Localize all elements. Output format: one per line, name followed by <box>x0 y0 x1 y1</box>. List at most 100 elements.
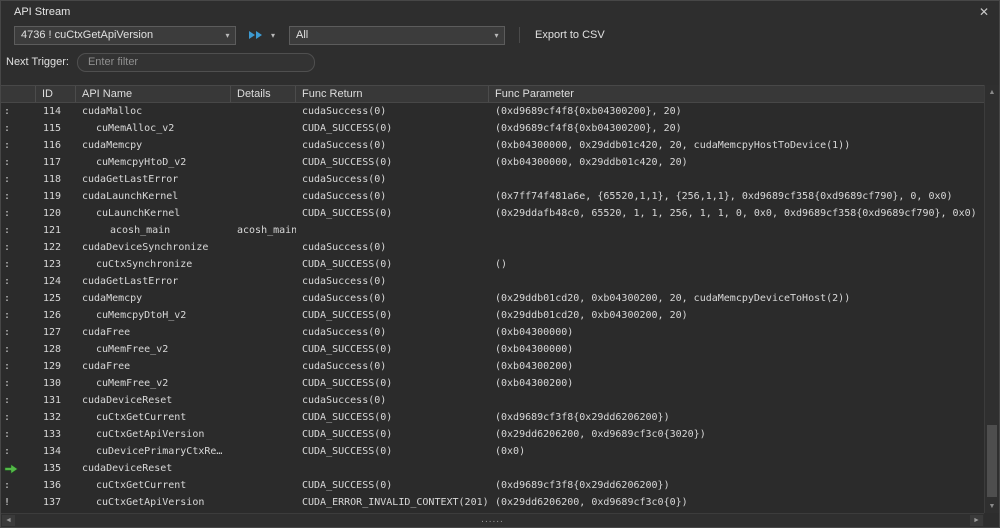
table-row[interactable]: :130cuMemFree_v2CUDA_SUCCESS(0)(0xb04300… <box>1 375 986 392</box>
horizontal-scrollbar[interactable]: ◄ ...... ► <box>1 513 984 527</box>
cell-details <box>231 358 296 375</box>
cell-name: cudaGetLastError <box>76 171 231 188</box>
row-marker: : <box>1 137 36 154</box>
cell-ret: CUDA_SUCCESS(0) <box>296 307 489 324</box>
cell-details <box>231 239 296 256</box>
column-header-funcreturn[interactable]: Func Return <box>296 86 489 102</box>
next-trigger-bar: Next Trigger: <box>1 49 999 75</box>
table-row[interactable]: :132cuCtxGetCurrentCUDA_SUCCESS(0)(0xd96… <box>1 409 986 426</box>
table-row[interactable]: :115cuMemAlloc_v2CUDA_SUCCESS(0)(0xd9689… <box>1 120 986 137</box>
cell-name: cuMemcpyHtoD_v2 <box>76 154 231 171</box>
cell-id: 115 <box>36 120 76 137</box>
cell-ret: cudaSuccess(0) <box>296 290 489 307</box>
row-marker: : <box>1 188 36 205</box>
cell-param: (0x29ddb01cd20, 0xb04300200, 20) <box>489 307 986 324</box>
cell-param: (0xb04300000) <box>489 324 986 341</box>
cell-name: cudaLaunchKernel <box>76 188 231 205</box>
row-marker: : <box>1 307 36 324</box>
table-row[interactable]: :126cuMemcpyDtoH_v2CUDA_SUCCESS(0)(0x29d… <box>1 307 986 324</box>
row-marker: : <box>1 324 36 341</box>
vertical-scrollbar[interactable]: ▲ ▼ <box>984 85 999 513</box>
stream-filter-value: All <box>290 29 489 41</box>
goto-event-dropdown[interactable]: ▾ <box>267 26 279 45</box>
cell-id: 119 <box>36 188 76 205</box>
stream-filter-combobox[interactable]: All ▾ <box>289 26 505 45</box>
cell-id: 118 <box>36 171 76 188</box>
goto-event-button[interactable] <box>245 26 267 45</box>
table-row[interactable]: !137cuCtxGetApiVersionCUDA_ERROR_INVALID… <box>1 494 986 511</box>
column-header-marker[interactable] <box>1 86 36 102</box>
table-row[interactable]: :119cudaLaunchKernel cudaSuccess(0)(0x7ff… <box>1 188 986 205</box>
row-marker: : <box>1 375 36 392</box>
cell-name: cuCtxGetApiVersion <box>76 494 231 511</box>
table-row[interactable]: :116cudaMemcpycudaSuccess(0)(0xb04300000… <box>1 137 986 154</box>
table-row[interactable]: :123cuCtxSynchronizeCUDA_SUCCESS(0)() <box>1 256 986 273</box>
table-row[interactable]: :114cudaMalloccudaSuccess(0)(0xd9689cf4f… <box>1 103 986 120</box>
cell-ret: cudaSuccess(0) <box>296 273 489 290</box>
table-row[interactable]: :136cuCtxGetCurrentCUDA_SUCCESS(0)(0xd96… <box>1 477 986 494</box>
export-to-csv-button[interactable]: Export to CSV <box>529 27 611 43</box>
cell-ret <box>296 222 489 239</box>
column-header-funcparameter[interactable]: Func Parameter <box>489 86 986 102</box>
api-stream-table: ID API Name Details Func Return Func Par… <box>1 85 986 513</box>
cell-details <box>231 273 296 290</box>
column-header-apiname[interactable]: API Name <box>76 86 231 102</box>
table-row[interactable]: :121acosh_mainacosh_main <box>1 222 986 239</box>
column-header-id[interactable]: ID <box>36 86 76 102</box>
cell-id: 122 <box>36 239 76 256</box>
table-row[interactable]: :128cuMemFree_v2CUDA_SUCCESS(0)(0xb04300… <box>1 341 986 358</box>
cell-id: 124 <box>36 273 76 290</box>
cell-id: 123 <box>36 256 76 273</box>
table-row[interactable]: :120cuLaunchKernelCUDA_SUCCESS(0)(0x29dd… <box>1 205 986 222</box>
cell-param <box>489 392 986 409</box>
table-row[interactable]: :133cuCtxGetApiVersionCUDA_SUCCESS(0)(0x… <box>1 426 986 443</box>
cell-ret: cudaSuccess(0) <box>296 137 489 154</box>
table-row[interactable]: :127cudaFreecudaSuccess(0)(0xb04300000) <box>1 324 986 341</box>
cell-name: cudaDeviceSynchronize <box>76 239 231 256</box>
scrollbar-grip-dots[interactable]: ...... <box>481 514 504 525</box>
scroll-right-icon[interactable]: ► <box>970 515 983 526</box>
cell-param <box>489 171 986 188</box>
table-row[interactable]: :124cudaGetLastErrorcudaSuccess(0) <box>1 273 986 290</box>
cell-id: 128 <box>36 341 76 358</box>
scroll-left-icon[interactable]: ◄ <box>2 515 15 526</box>
column-header-details[interactable]: Details <box>231 86 296 102</box>
table-row[interactable]: :125cudaMemcpycudaSuccess(0)(0x29ddb01cd… <box>1 290 986 307</box>
row-marker: : <box>1 273 36 290</box>
cell-param <box>489 460 986 477</box>
cell-id: 135 <box>36 460 76 477</box>
title-bar: API Stream ✕ <box>1 1 999 23</box>
cell-ret: cudaSuccess(0) <box>296 188 489 205</box>
current-event-marker <box>1 460 36 477</box>
cell-details <box>231 290 296 307</box>
cell-param: (0xd9689cf3f8{0x29dd6206200}) <box>489 477 986 494</box>
cell-name: cuCtxGetCurrent <box>76 477 231 494</box>
event-combobox-value: 4736 ! cuCtxGetApiVersion <box>15 29 220 41</box>
scroll-up-icon[interactable]: ▲ <box>985 85 999 99</box>
row-marker: : <box>1 290 36 307</box>
event-combobox[interactable]: 4736 ! cuCtxGetApiVersion ▾ <box>14 26 236 45</box>
cell-details <box>231 341 296 358</box>
cell-details <box>231 460 296 477</box>
vertical-scrollbar-thumb[interactable] <box>987 425 997 497</box>
cell-name: cuMemFree_v2 <box>76 375 231 392</box>
cell-details <box>231 120 296 137</box>
table-row[interactable]: :129cudaFreecudaSuccess(0)(0xb04300200) <box>1 358 986 375</box>
table-row[interactable]: :134cuDevicePrimaryCtxRe…CUDA_SUCCESS(0)… <box>1 443 986 460</box>
next-trigger-label: Next Trigger: <box>6 56 69 68</box>
table-row[interactable]: 135cudaDeviceReset <box>1 460 986 477</box>
table-row[interactable]: :117cuMemcpyHtoD_v2CUDA_SUCCESS(0)(0xb04… <box>1 154 986 171</box>
cell-ret: CUDA_SUCCESS(0) <box>296 477 489 494</box>
cell-name: cudaFree <box>76 358 231 375</box>
current-event-arrow-icon <box>4 464 18 474</box>
table-row[interactable]: :122cudaDeviceSynchronizecudaSuccess(0) <box>1 239 986 256</box>
cell-details <box>231 103 296 120</box>
cell-param: (0x7ff74f481a6e, {65520,1,1}, {256,1,1},… <box>489 188 986 205</box>
table-row[interactable]: :118cudaGetLastErrorcudaSuccess(0) <box>1 171 986 188</box>
table-row[interactable]: :131cudaDeviceResetcudaSuccess(0) <box>1 392 986 409</box>
next-trigger-input[interactable] <box>77 53 315 72</box>
scroll-down-icon[interactable]: ▼ <box>985 499 999 513</box>
cell-id: 116 <box>36 137 76 154</box>
close-icon[interactable]: ✕ <box>979 6 989 18</box>
cell-details <box>231 409 296 426</box>
